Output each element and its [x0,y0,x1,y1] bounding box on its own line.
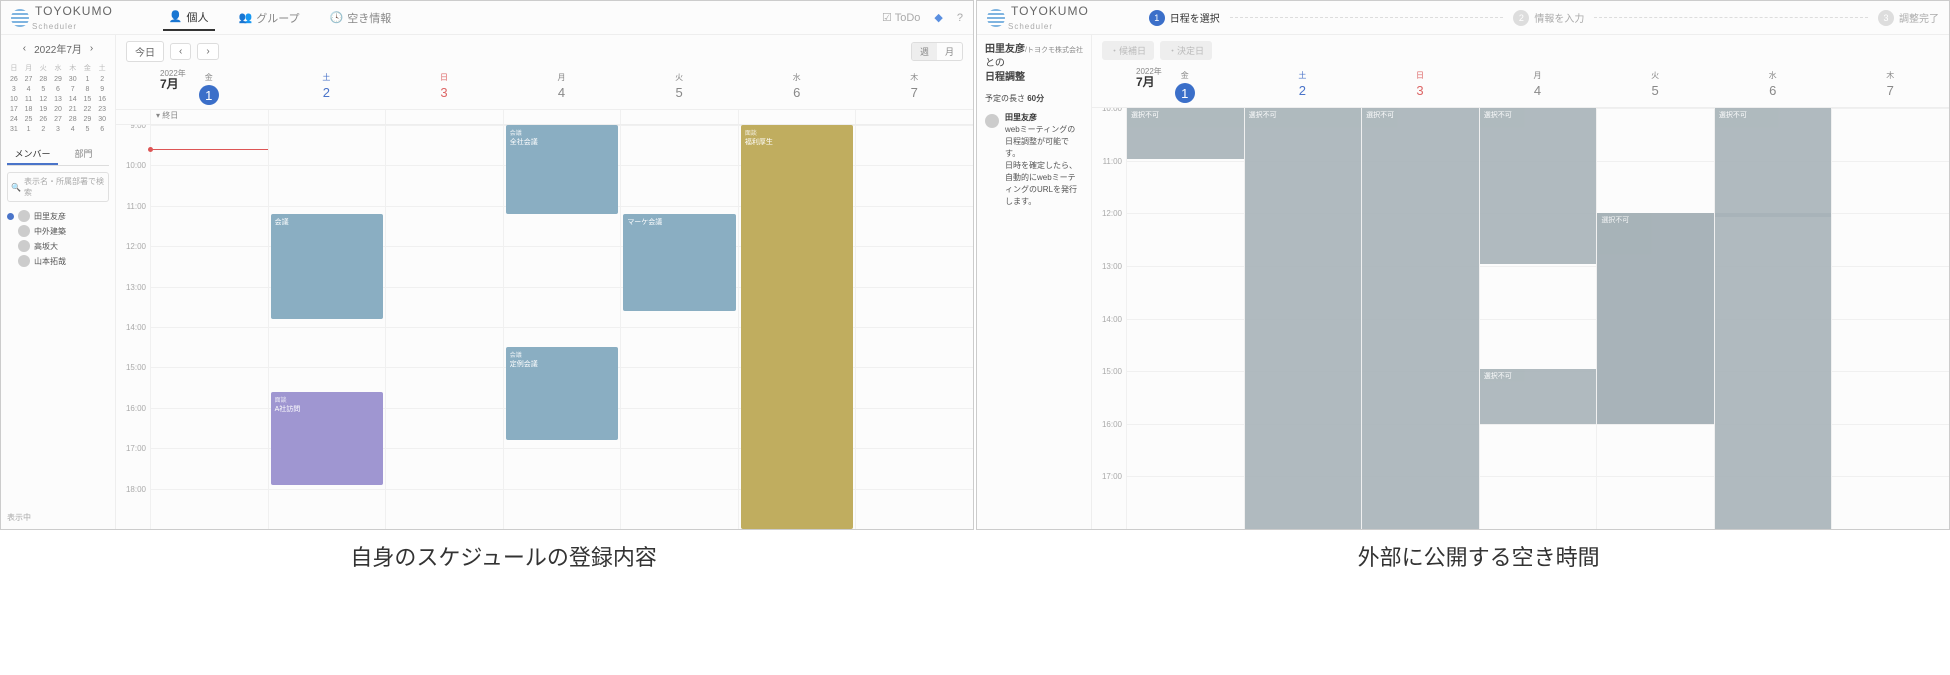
day-header[interactable]: 水6 [1714,66,1832,107]
day-column[interactable] [1831,108,1949,529]
day-column[interactable] [385,125,503,529]
subtab-member[interactable]: メンバー [7,144,58,165]
day-column[interactable] [855,125,973,529]
calendar-event[interactable]: 会議全社会議 [506,125,619,214]
day-column[interactable]: 選択不可 [1714,108,1832,529]
minical-prev[interactable]: ‹ [23,43,26,54]
unavailable-block: 選択不可 [1597,213,1714,424]
avatar-icon [985,114,999,128]
help-icon[interactable]: ? [957,12,963,24]
sidebar: 田里友彦/トヨクモ株式会社 との 日程調整 予定の長さ 60分 田里友彦webミ… [977,35,1092,529]
day-column[interactable]: 面談福利厚生 [738,125,856,529]
day-column[interactable]: 選択不可 [1361,108,1479,529]
prev-button[interactable]: ‹ [170,43,191,60]
unavailable-block: 選択不可 [1362,108,1479,529]
day-header[interactable]: 水6 [738,68,856,109]
notification-icon[interactable]: ◆ [934,11,942,24]
calendar-event[interactable]: 面談A社訪問 [271,392,384,485]
unavailable-block: 選択不可 [1480,108,1597,264]
day-header[interactable]: 火5 [1596,66,1714,107]
caption-right: 外部に公開する空き時間 [1358,540,1600,572]
member-item[interactable]: 山本拓哉 [7,255,109,267]
unavailable-block: 選択不可 [1480,369,1597,424]
next-button[interactable]: › [197,43,218,60]
mini-calendar[interactable]: 日月火水木金土262728293012345678910111213141516… [7,62,109,134]
caption-left: 自身のスケジュールの登録内容 [350,540,656,572]
tab-personal[interactable]: 👤 個人 [163,5,215,31]
day-header[interactable]: 土2 [1244,66,1362,107]
calendar-event[interactable]: 会議 [271,214,384,319]
panel-schedule: TOYOKUMOScheduler 👤 個人 👥 グループ 🕓 空き情報 ☑ T… [0,0,974,530]
day-column[interactable]: 会議全社会議会議定例会議 [503,125,621,529]
step-3: 3調整完了 [1878,10,1939,26]
step-1: 1日程を選択 [1149,10,1220,26]
calendar-event[interactable]: マーケ会議 [623,214,736,311]
logo: TOYOKUMOScheduler [11,4,113,32]
day-column[interactable]: 選択不可 [1126,108,1244,529]
day-header[interactable]: 火5 [620,68,738,109]
unavailable-block: 選択不可 [1715,108,1832,529]
calendar-event[interactable]: 会議定例会議 [506,347,619,440]
day-column[interactable]: 選択不可選択不可 [1479,108,1597,529]
day-column[interactable]: 選択不可 [1244,108,1362,529]
pill-candidate[interactable]: ・候補日 [1102,41,1154,60]
todo-button[interactable]: ☑ ToDo [882,11,920,24]
step-2: 2情報を入力 [1513,10,1584,26]
unavailable-block: 選択不可 [1127,108,1244,159]
day-column[interactable] [150,125,268,529]
footer-status: 表示中 [7,512,109,523]
search-input[interactable]: 🔍 表示名・所属部署で検索 [7,172,109,202]
header: TOYOKUMOScheduler 👤 個人 👥 グループ 🕓 空き情報 ☑ T… [1,1,973,35]
unavailable-block [1715,213,1832,217]
view-month[interactable]: 月 [937,43,962,60]
day-header[interactable]: 木7 [1831,66,1949,107]
day-header[interactable]: 月4 [1479,66,1597,107]
today-button[interactable]: 今日 [126,41,164,62]
pill-confirmed[interactable]: ・決定日 [1160,41,1212,60]
day-header[interactable]: 月4 [503,68,621,109]
unavailable-block: 選択不可 [1245,108,1362,529]
member-item[interactable]: 高坂大 [7,240,109,252]
day-column[interactable]: マーケ会議 [620,125,738,529]
logo-icon [987,9,1005,27]
day-header[interactable]: 木7 [855,68,973,109]
tab-availability[interactable]: 🕓 空き情報 [324,5,398,31]
member-item[interactable]: 中外建築 [7,225,109,237]
sidebar: ‹ 2022年7月 › 日月火水木金土262728293012345678910… [1,35,116,529]
tab-group[interactable]: 👥 グループ [233,5,306,31]
view-week[interactable]: 週 [912,43,937,60]
subtab-dept[interactable]: 部門 [58,144,109,165]
logo: TOYOKUMOScheduler [987,4,1089,32]
calendar-event[interactable]: 面談福利厚生 [741,125,854,529]
day-header[interactable]: 日3 [385,68,503,109]
day-header[interactable]: 日3 [1361,66,1479,107]
host-message: 田里友彦webミーティングの日程調整が可能です。 日時を確定したら、自動的にwe… [985,112,1083,208]
minical-title: 2022年7月 [34,41,82,56]
day-column[interactable]: 選択不可 [1596,108,1714,529]
meeting-title: 田里友彦/トヨクモ株式会社 との 日程調整 [985,43,1083,85]
day-column[interactable]: 会議面談A社訪問 [268,125,386,529]
header: TOYOKUMOScheduler 1日程を選択 2情報を入力 3調整完了 [977,1,1949,35]
logo-icon [11,9,29,27]
member-item[interactable]: 田里友彦 [7,210,109,222]
panel-external: TOYOKUMOScheduler 1日程を選択 2情報を入力 3調整完了 田里… [976,0,1950,530]
minical-next[interactable]: › [90,43,93,54]
duration: 予定の長さ 60分 [985,93,1083,104]
day-header[interactable]: 土2 [268,68,386,109]
